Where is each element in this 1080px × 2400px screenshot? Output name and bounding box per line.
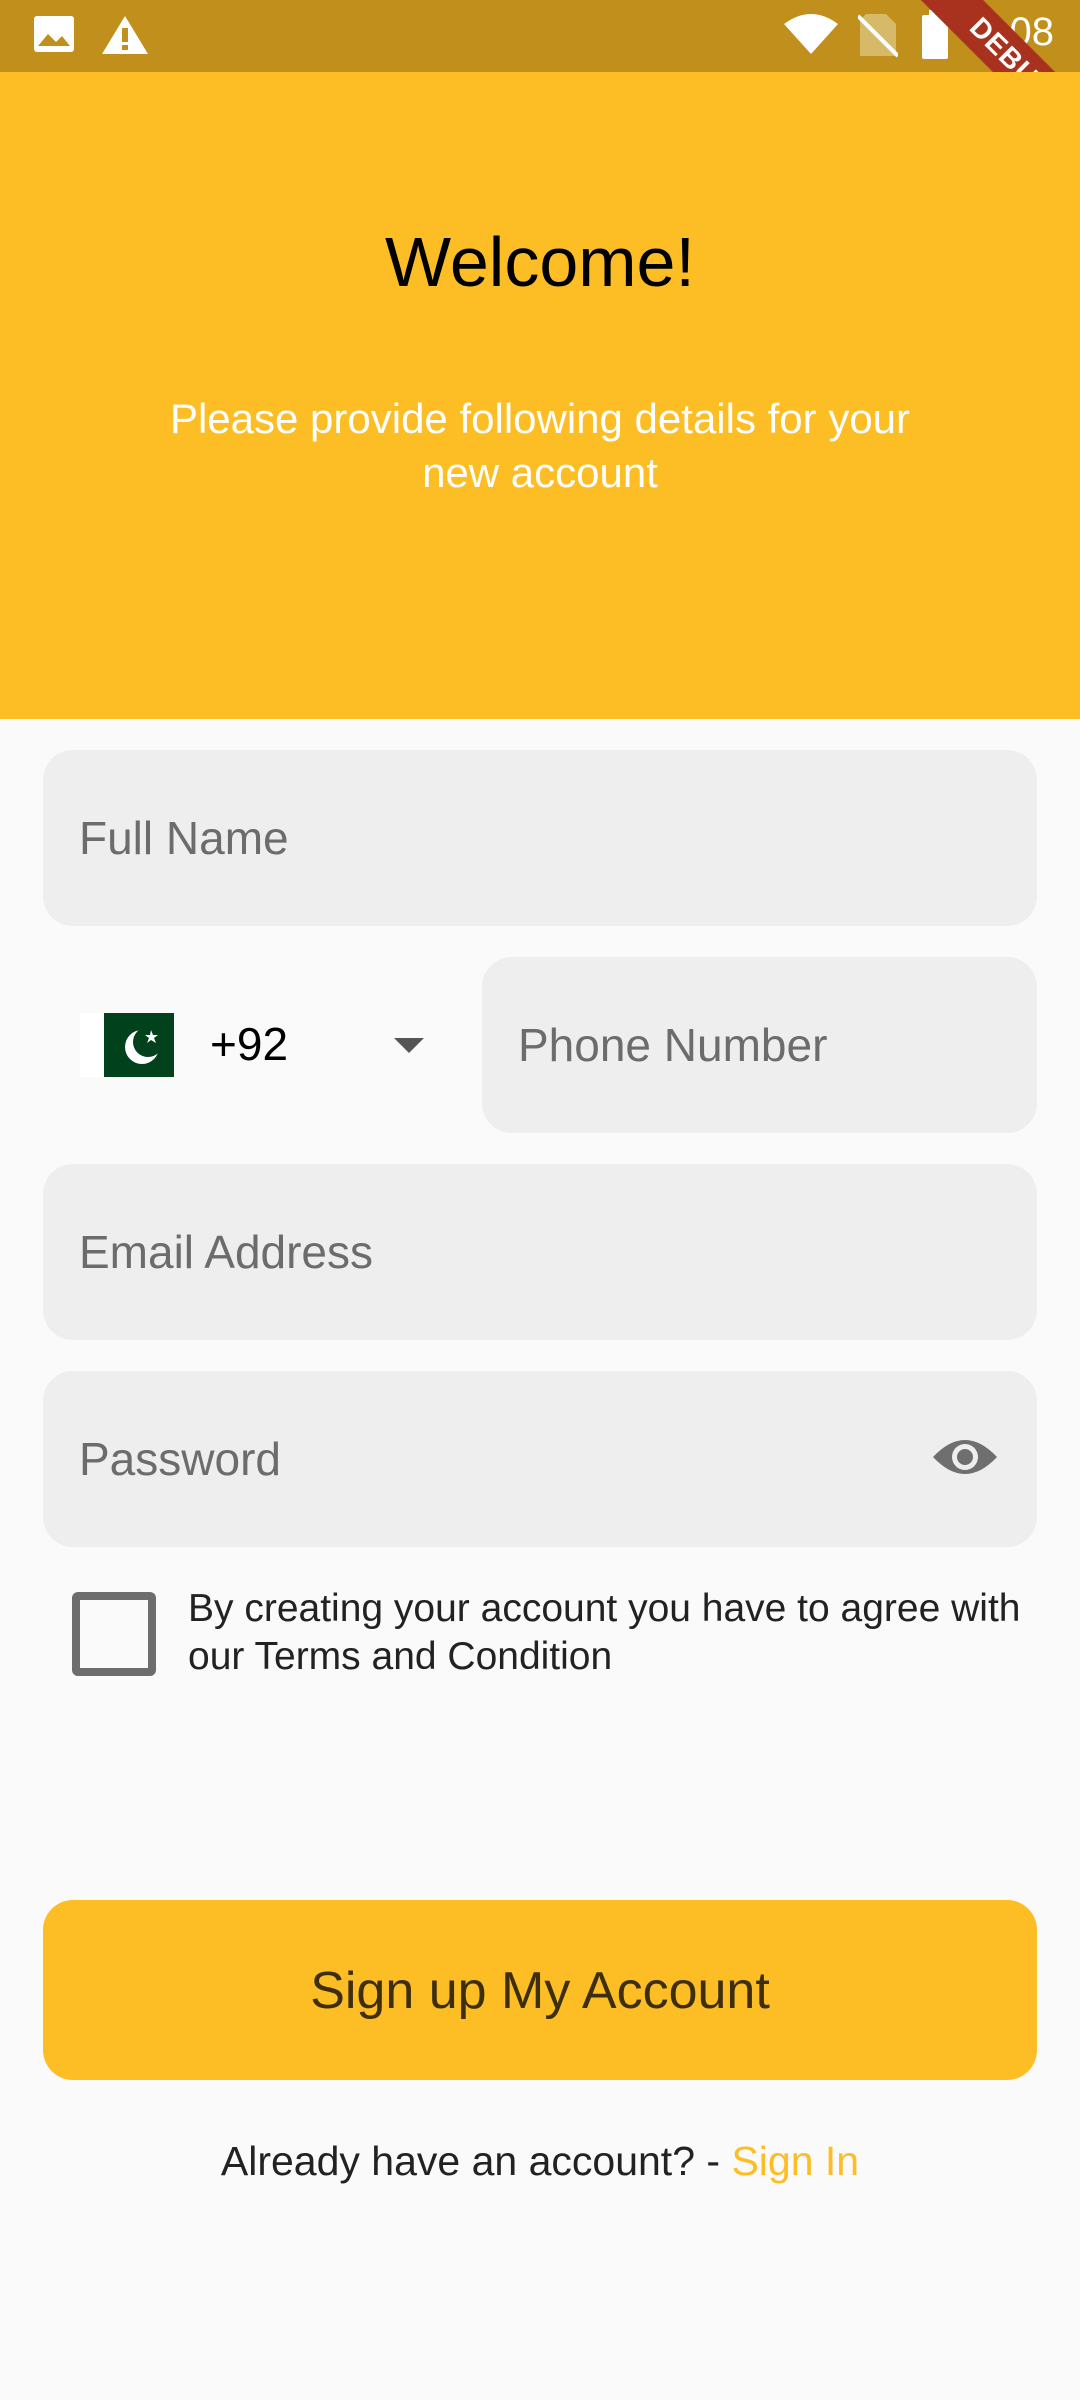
already-have-account-text: Already have an account? - xyxy=(220,2138,732,2184)
eye-icon[interactable] xyxy=(931,1431,999,1483)
status-bar: 9:08 xyxy=(0,0,1080,72)
phone-number-field[interactable] xyxy=(482,957,1037,1133)
pakistan-flag-icon xyxy=(80,1013,174,1077)
phone-number-input[interactable] xyxy=(482,957,1037,1133)
chevron-down-icon xyxy=(394,1038,424,1053)
terms-label: By creating your account you have to agr… xyxy=(188,1587,1021,1678)
full-name-input[interactable] xyxy=(43,750,1037,926)
signin-link[interactable]: Sign In xyxy=(731,2138,859,2184)
no-sim-icon xyxy=(858,14,898,58)
country-code-label: +92 xyxy=(210,1018,289,1070)
battery-icon xyxy=(922,10,948,59)
terms-checkbox[interactable] xyxy=(72,1592,156,1676)
email-input[interactable] xyxy=(43,1164,1037,1340)
page-subtitle: Please provide following details for you… xyxy=(169,395,911,496)
status-time: 9:08 xyxy=(976,10,1054,54)
password-field[interactable] xyxy=(43,1371,1037,1547)
email-field[interactable] xyxy=(43,1164,1037,1340)
signin-prompt: Already have an account? - Sign In xyxy=(0,2138,1080,2185)
full-name-field[interactable] xyxy=(43,750,1037,926)
image-icon xyxy=(34,16,74,52)
password-input[interactable] xyxy=(43,1371,1037,1547)
wifi-icon xyxy=(784,14,838,54)
welcome-header: Welcome! Please provide following detail… xyxy=(0,72,1080,719)
warning-icon xyxy=(102,16,148,54)
page-title: Welcome! xyxy=(385,223,695,301)
country-code-picker[interactable]: +92 xyxy=(80,1013,440,1077)
signup-button[interactable]: Sign up My Account xyxy=(43,1900,1037,2080)
